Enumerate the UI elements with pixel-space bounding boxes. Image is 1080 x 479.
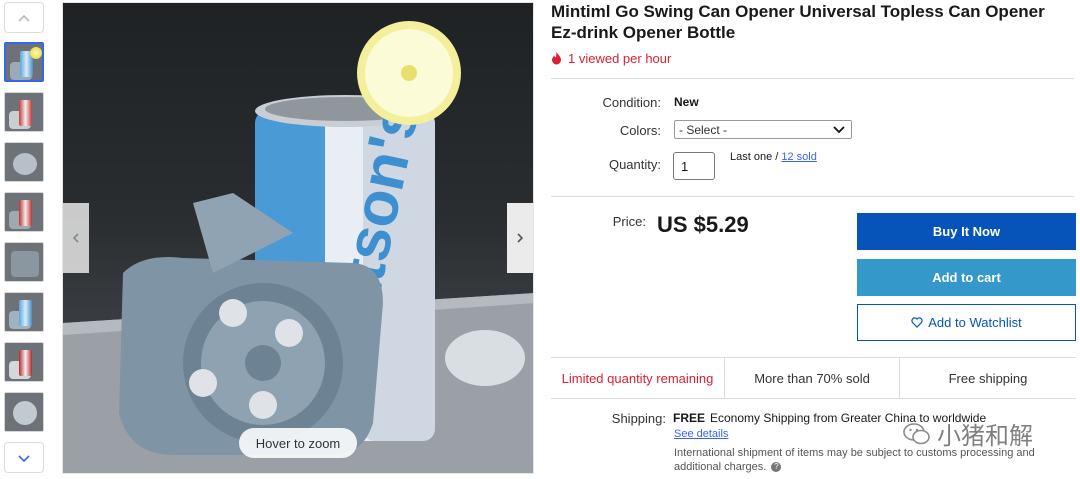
watermark: 小猪和解 (903, 416, 1033, 451)
quantity-label: Quantity: (608, 157, 661, 172)
divider (551, 78, 1074, 79)
free-shipping-highlight: Free shipping (948, 370, 1028, 386)
chevron-right-icon (517, 233, 524, 243)
thumbnail-7[interactable] (4, 342, 44, 382)
image-prev-button[interactable] (63, 203, 89, 273)
shipping-free: FREE (673, 411, 706, 425)
flame-icon (552, 52, 561, 65)
buy-it-now-button[interactable]: Buy It Now (857, 213, 1076, 250)
percent-sold-highlight: More than 70% sold (725, 358, 900, 398)
viewed-text: 1 viewed per hour (568, 51, 672, 66)
quantity-input[interactable]: 1 (673, 152, 715, 180)
watermark-text: 小猪和解 (937, 423, 1033, 450)
condition-value: New (674, 95, 699, 109)
thumbnail-8[interactable] (4, 392, 44, 432)
thumbnail-scroll-down-button[interactable] (4, 442, 44, 473)
highlights-bar: Limited quantity remaining More than 70%… (551, 357, 1076, 399)
thumbnail-3[interactable] (4, 142, 44, 182)
thumbnail-5[interactable] (4, 242, 44, 282)
hover-to-zoom-label: Hover to zoom (239, 428, 357, 458)
wechat-icon (903, 422, 930, 444)
colors-select-value: - Select - (679, 122, 728, 137)
colors-select[interactable]: - Select - (674, 120, 852, 139)
price-label: Price: (612, 214, 646, 229)
product-title: Mintiml Go Swing Can Opener Universal To… (551, 2, 1045, 42)
condition-label: Condition: (602, 95, 661, 110)
chevron-left-icon (72, 233, 79, 243)
thumbnail-scroll-up-button[interactable] (4, 2, 44, 33)
shipping-label: Shipping: (611, 411, 666, 426)
thumbnail-4[interactable] (4, 192, 44, 232)
image-next-button[interactable] (507, 203, 533, 273)
chevron-up-icon (18, 14, 30, 22)
limited-quantity-highlight: Limited quantity remaining (551, 358, 725, 398)
thumbnail-2[interactable] (4, 92, 44, 132)
add-to-cart-button[interactable]: Add to cart (857, 259, 1076, 296)
main-product-image[interactable]: Watson's Hover to zoom (62, 2, 534, 474)
colors-label: Colors: (619, 123, 661, 138)
watchlist-label: Add to Watchlist (928, 315, 1022, 330)
thumbnail-rail (0, 0, 48, 479)
quantity-availability: Last one / 12 sold (730, 151, 817, 163)
quantity-note: Last one / (730, 151, 782, 163)
product-photo: Watson's (63, 21, 533, 473)
see-details-link[interactable]: See details (674, 428, 728, 440)
sold-count-link[interactable]: 12 sold (781, 151, 816, 163)
chevron-down-icon (833, 126, 845, 134)
thumbnail-1[interactable] (4, 42, 44, 82)
add-to-watchlist-button[interactable]: Add to Watchlist (857, 304, 1076, 341)
help-icon[interactable]: ? (771, 462, 782, 473)
heart-icon (911, 317, 923, 328)
thumbnail-6[interactable] (4, 292, 44, 332)
price-value: US $5.29 (657, 212, 749, 237)
viewed-indicator: 1 viewed per hour (551, 51, 671, 66)
chevron-down-icon (18, 454, 30, 462)
divider (551, 196, 1074, 197)
